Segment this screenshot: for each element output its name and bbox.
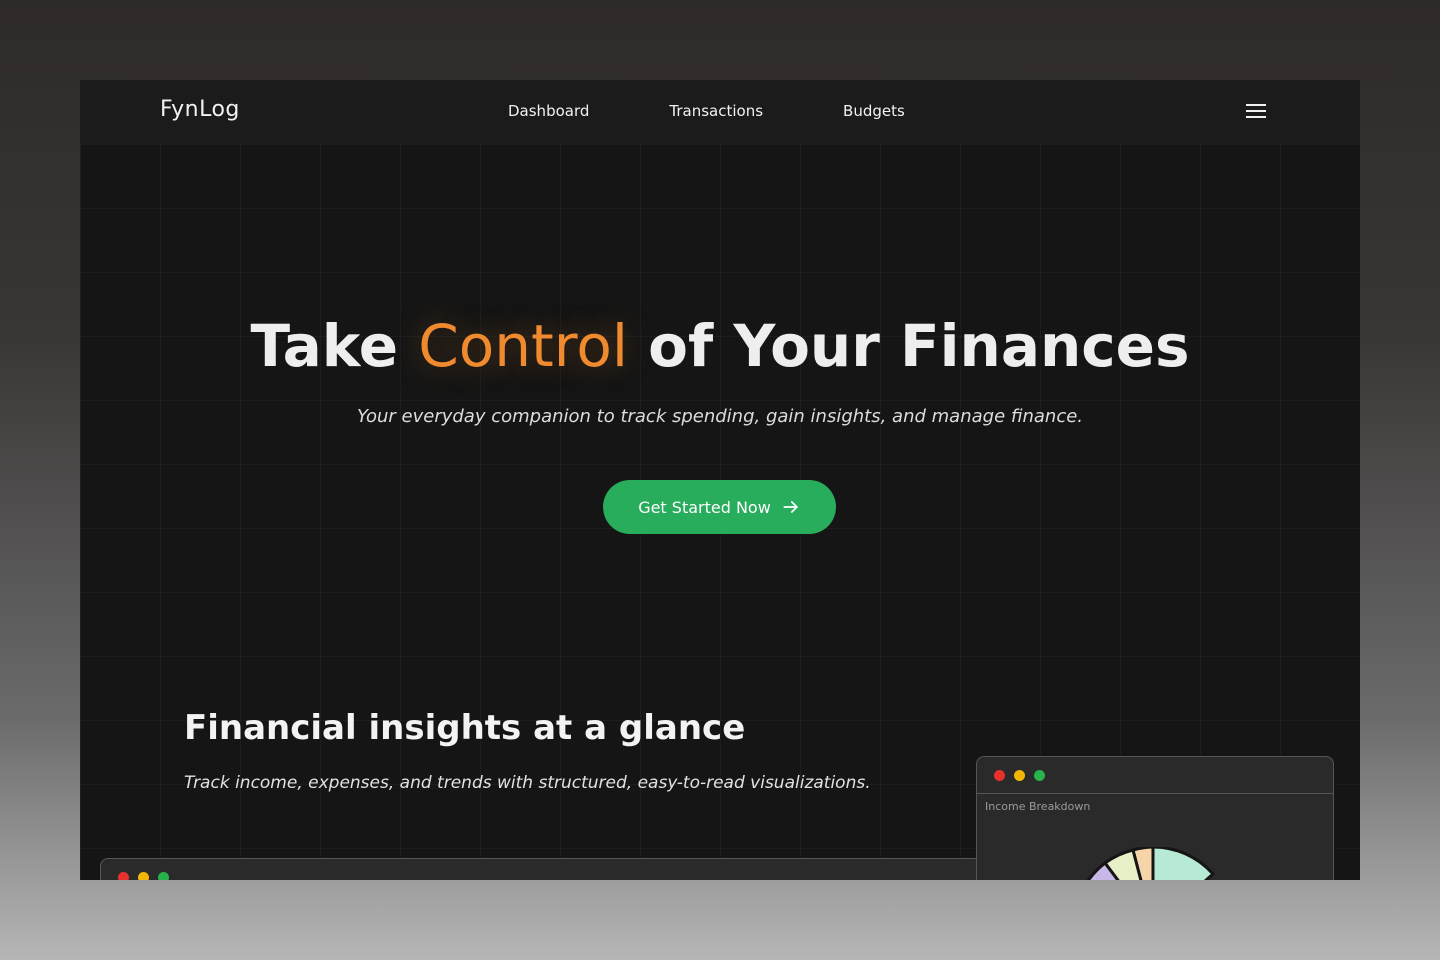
nav-link-budgets[interactable]: Budgets xyxy=(843,102,905,120)
top-nav: FynLog Dashboard Transactions Budgets xyxy=(80,80,1360,144)
maximize-dot-icon xyxy=(158,872,169,880)
window-titlebar xyxy=(977,757,1333,794)
nav-link-dashboard[interactable]: Dashboard xyxy=(508,102,589,120)
hamburger-menu-icon[interactable] xyxy=(1246,104,1266,120)
minimize-dot-icon xyxy=(1014,770,1025,781)
close-dot-icon xyxy=(118,872,129,880)
hero-title-after: of Your Finances xyxy=(648,312,1190,380)
income-pie-chart xyxy=(1086,847,1216,880)
income-breakdown-label: Income Breakdown xyxy=(985,800,1091,813)
arrow-right-icon xyxy=(783,501,798,513)
get-started-label: Get Started Now xyxy=(638,497,771,517)
nav-link-transactions[interactable]: Transactions xyxy=(669,102,763,120)
maximize-dot-icon xyxy=(1034,770,1045,781)
income-breakdown-window: Income Breakdown xyxy=(976,756,1334,880)
hero-title-accent: Control xyxy=(418,312,628,380)
logo[interactable]: FynLog xyxy=(160,97,240,122)
section-title: Financial insights at a glance xyxy=(184,708,746,748)
hero-subtitle: Your everyday companion to track spendin… xyxy=(356,406,1084,427)
section-subtitle: Track income, expenses, and trends with … xyxy=(184,773,871,793)
window-titlebar xyxy=(101,859,1001,880)
hero-title-before: Take xyxy=(250,312,399,380)
minimize-dot-icon xyxy=(138,872,149,880)
get-started-button[interactable]: Get Started Now xyxy=(603,480,836,534)
pie-slice-main xyxy=(1151,847,1216,880)
close-dot-icon xyxy=(994,770,1005,781)
hero-title: Take Control of Your Finances xyxy=(80,312,1360,380)
nav-links: Dashboard Transactions Budgets xyxy=(508,102,905,120)
app-frame: FynLog Dashboard Transactions Budgets Ta… xyxy=(80,80,1360,880)
dashboard-preview-window xyxy=(100,858,1002,880)
